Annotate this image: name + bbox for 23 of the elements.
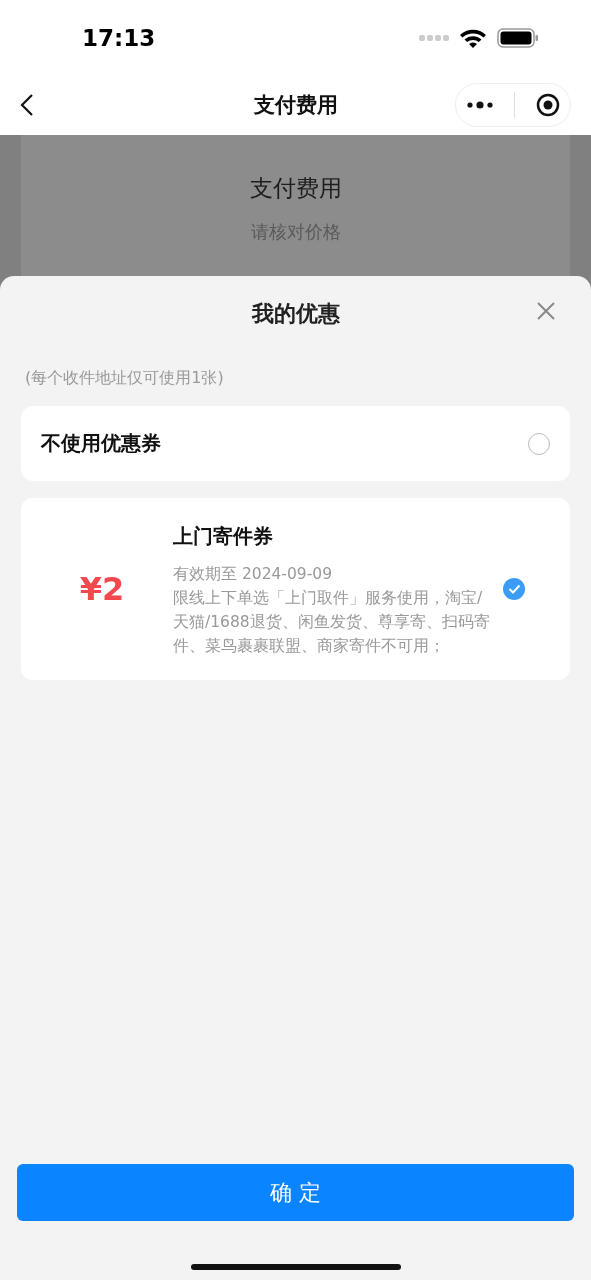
page-title: 支付费用 xyxy=(253,92,338,119)
coupon-amount: ¥2 xyxy=(78,570,126,608)
background-title: 支付费用 xyxy=(249,174,342,203)
no-coupon-option[interactable]: 不使用优惠券 xyxy=(21,406,570,481)
coupon-validity: 有效期至 2024-09-09 xyxy=(173,563,333,585)
status-time: 17:13 xyxy=(82,24,156,51)
coupon-description: 限线上下单选「上门取件」服务使用，淘宝/天猫/1688退货、闲鱼发货、尊享寄、扫码寄件、菜鸟裹裹联盟、商家寄件不可用； xyxy=(173,587,491,657)
sheet-title: 我的优惠 xyxy=(251,300,340,328)
more-icon[interactable] xyxy=(466,101,495,109)
close-button[interactable] xyxy=(536,301,556,321)
close-icon xyxy=(536,301,556,321)
confirm-button[interactable]: 确 定 xyxy=(17,1164,574,1221)
radio-button[interactable] xyxy=(503,578,525,600)
check-icon xyxy=(507,584,521,594)
coupon-title: 上门寄件券 xyxy=(173,522,274,550)
option-label: 不使用优惠券 xyxy=(41,430,162,457)
usage-note: (每个收件地址仅可使用1张) xyxy=(25,368,225,389)
signal-icon xyxy=(419,34,449,41)
wifi-icon xyxy=(459,27,487,48)
battery-icon xyxy=(497,27,539,48)
back-icon[interactable] xyxy=(20,93,34,117)
target-icon[interactable] xyxy=(535,93,560,117)
coupon-card[interactable]: ¥2 上门寄件券 有效期至 2024-09-09 限线上下单选「上门取件」服务使用，淘宝/天猫/1688退货、闲鱼发货、尊享寄、扫码寄件、菜鸟裹裹联盟、商家寄件不可用； xyxy=(21,498,570,680)
